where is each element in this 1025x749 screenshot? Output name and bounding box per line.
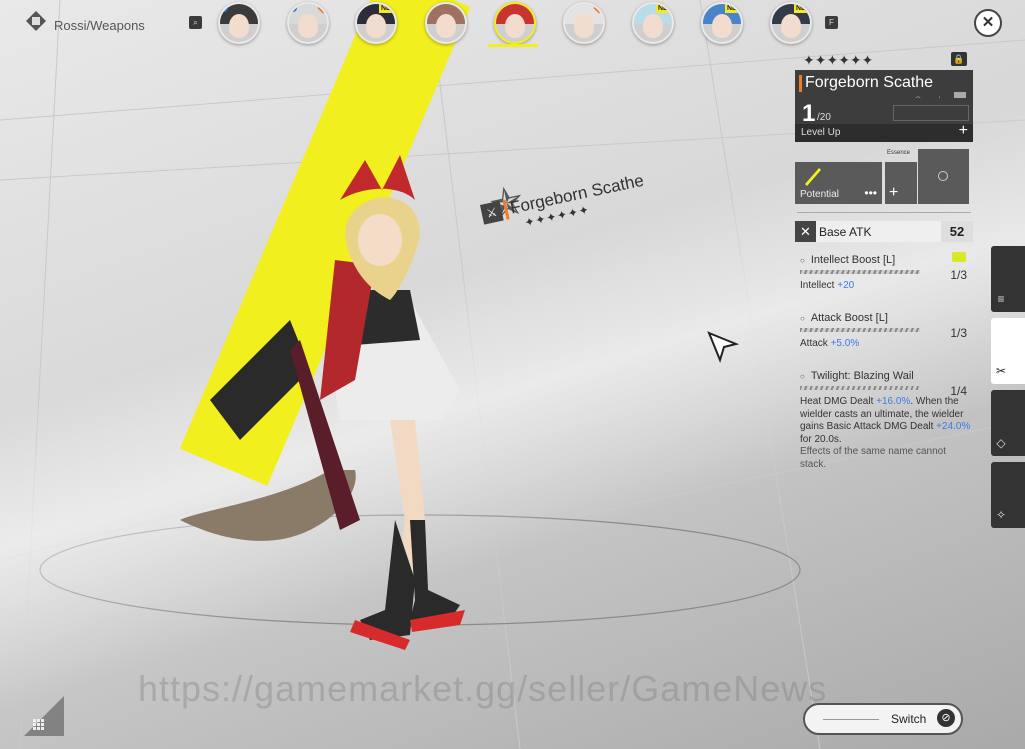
essence-add-button[interactable]: + (885, 162, 917, 204)
essence-label: Essence (885, 150, 913, 156)
weapon-icon: ✂ (995, 364, 1007, 378)
portrait-operator-2[interactable] (287, 2, 329, 44)
new-badge: NEW (725, 4, 741, 13)
page-title: Rossi/Weapons (54, 18, 145, 33)
plus-icon: + (958, 122, 968, 139)
base-atk-value: 52 (941, 221, 973, 242)
side-tab-gear[interactable]: ◇ (991, 390, 1025, 456)
skill-description: Heat DMG Dealt +16.0%. When the wielder … (800, 396, 972, 471)
gear-icon: ◇ (996, 436, 1006, 450)
filter-icon[interactable]: F (825, 16, 838, 29)
close-icon: ✕ (981, 14, 995, 31)
list-icon: ≡ (997, 292, 1005, 306)
skill-value: +5.0% (830, 338, 860, 349)
portrait-operator-rossi[interactable] (494, 2, 536, 44)
essence-slot[interactable] (918, 149, 969, 204)
skill-level: 1/4 (950, 384, 967, 398)
level-box: 1 /20 Level Up + (795, 98, 973, 142)
portrait-operator-8[interactable]: NEW (701, 2, 743, 44)
skill-name: Twilight: Blazing Wail (800, 370, 970, 382)
more-icon: ••• (864, 186, 877, 200)
potential-button[interactable]: Potential ••• (795, 162, 882, 204)
new-tag-icon (952, 252, 966, 262)
essence-ring-icon (938, 171, 948, 181)
weapon-name: Forgeborn Scathe (805, 74, 934, 91)
portrait-operator-6[interactable] (563, 2, 605, 44)
skill-value: +20 (837, 280, 855, 291)
skill-icon: ✧ (995, 508, 1007, 522)
attack-icon: ✕ (795, 221, 816, 242)
skill-stat: Intellect (800, 280, 835, 291)
switch-button[interactable]: Switch ⊘ (803, 703, 963, 735)
skill-level: 1/3 (950, 326, 967, 340)
top-bar: Rossi/Weapons ⌕ F NEW NEW NEW NEW ✕ (0, 0, 1025, 47)
skill-name: Intellect Boost [L] (800, 254, 970, 266)
portrait-operator-1[interactable] (218, 2, 260, 44)
skill-intellect-boost[interactable]: Intellect Boost [L] 1/3 Intellect +20 (800, 252, 970, 293)
divider (797, 212, 971, 213)
brand: Rossi/Weapons (24, 8, 145, 33)
desc-value: +16.0% (876, 396, 911, 407)
badge-icon (220, 4, 228, 12)
switch-line (823, 719, 879, 720)
skill-progress (800, 328, 920, 332)
badge-icon (289, 4, 297, 12)
portrait-operator-7[interactable]: NEW (632, 2, 674, 44)
skill-level: 1/3 (950, 268, 967, 282)
level-up-button[interactable]: Level Up + (795, 122, 973, 142)
skill-progress (800, 386, 920, 390)
skill-name: Attack Boost [L] (800, 312, 970, 324)
weapon-menu-icon (26, 10, 46, 31)
switch-label: Switch (891, 712, 927, 726)
new-badge: NEW (794, 4, 810, 13)
plus-icon: + (889, 184, 899, 201)
grid-icon (33, 719, 44, 730)
close-button[interactable]: ✕ (974, 9, 1002, 37)
side-tab-list[interactable]: ≡ (991, 246, 1025, 312)
desc-text: . (910, 396, 914, 407)
portrait-operator-9[interactable]: NEW (770, 2, 812, 44)
desc-value: +24.0% (936, 421, 971, 432)
active-portrait-indicator (488, 44, 538, 47)
cursor-icon (707, 331, 740, 363)
base-atk-label: Base ATK (819, 225, 872, 239)
weapon-title-box: Forgeborn Scathe (795, 70, 973, 98)
desc-text: for 20.0s. (800, 433, 842, 445)
portrait-operator-4[interactable] (425, 2, 467, 44)
new-badge: NEW (379, 4, 395, 13)
breakthrough-bars (893, 105, 969, 121)
weapon-max-level: /20 (817, 112, 831, 123)
side-tab-skill[interactable]: ✧ (991, 462, 1025, 528)
sword-icon: ⚔ (480, 200, 504, 225)
rarity-stars: ✦✦✦✦✦✦ (803, 52, 874, 68)
switch-icon: ⊘ (937, 709, 955, 727)
rarity-bar (799, 75, 802, 92)
search-icon[interactable]: ⌕ (189, 16, 202, 29)
skill-twilight-blazing-wail[interactable]: Twilight: Blazing Wail 1/4 Heat DMG Deal… (800, 370, 970, 471)
skill-attack-boost[interactable]: Attack Boost [L] 1/3 Attack +5.0% (800, 312, 970, 351)
portrait-operator-3[interactable]: NEW (355, 2, 397, 44)
desc-note: Effects of the same name cannot stack. (800, 446, 947, 470)
skill-stat: Attack (800, 338, 828, 349)
new-badge: NEW (656, 4, 672, 13)
level-up-label: Level Up (801, 127, 841, 138)
base-atk-row: ✕ Base ATK 52 (795, 221, 973, 242)
character-model (180, 155, 465, 650)
potential-icon (805, 168, 821, 186)
skill-progress (800, 270, 920, 274)
desc-text: Heat DMG Dealt (800, 396, 874, 407)
watermark: https://gamemarket.gg/seller/GameNews (138, 668, 828, 709)
potential-label: Potential (800, 189, 839, 200)
lock-icon[interactable]: 🔒 (951, 52, 967, 66)
grid-menu-button[interactable] (24, 696, 64, 736)
side-tab-weapon[interactable]: ✂ (991, 318, 1025, 384)
